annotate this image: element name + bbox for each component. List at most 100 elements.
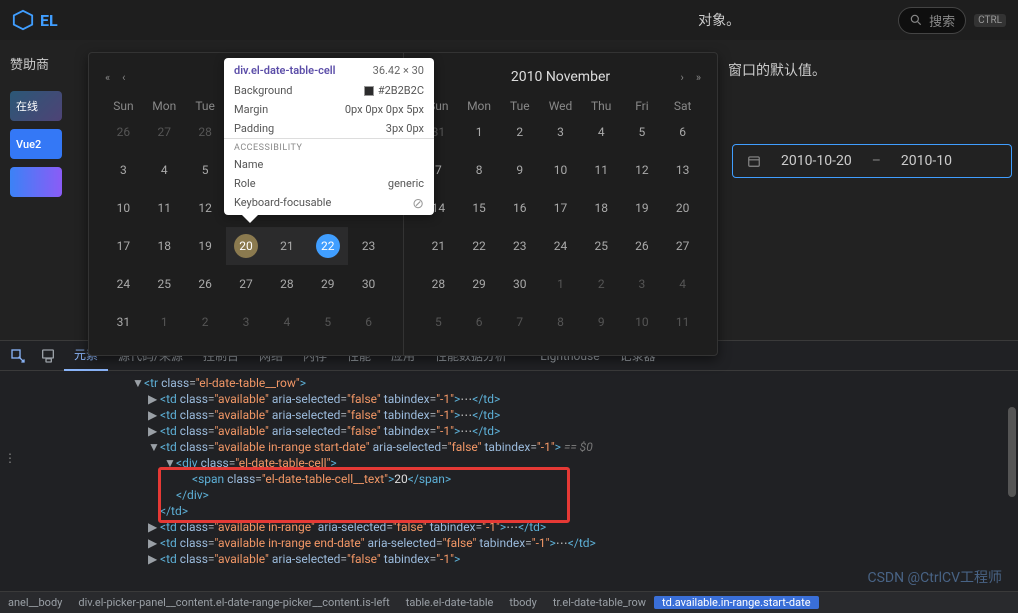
date-cell[interactable]: 1 (540, 265, 581, 303)
date-cell[interactable]: 9 (581, 303, 622, 341)
date-cell[interactable]: 4 (144, 151, 185, 189)
prev-year-icon[interactable]: « (103, 71, 112, 84)
date-cell[interactable]: 24 (103, 265, 144, 303)
date-cell[interactable]: 5 (307, 303, 348, 341)
date-cell[interactable]: 15 (459, 189, 500, 227)
date-cell[interactable]: 30 (348, 265, 389, 303)
dow-cell: Fri (622, 99, 663, 113)
dow-cell: Thu (581, 99, 622, 113)
sponsor-card-1[interactable]: 在线 (10, 91, 62, 121)
tt-role-label: Role (234, 177, 256, 190)
date-cell[interactable]: 3 (226, 303, 267, 341)
date-cell[interactable]: 3 (540, 113, 581, 151)
elements-tree[interactable]: ▼<tr class="el-date-table__row"> ▶<td cl… (0, 371, 1018, 571)
vertical-scrollbar[interactable] (1008, 407, 1016, 497)
date-cell[interactable]: 26 (103, 113, 144, 151)
date-cell[interactable]: 26 (622, 227, 663, 265)
date-cell[interactable]: 23 (499, 227, 540, 265)
date-cell[interactable]: 18 (144, 227, 185, 265)
date-cell[interactable]: 29 (459, 265, 500, 303)
date-cell[interactable]: 25 (581, 227, 622, 265)
date-cell[interactable]: 27 (226, 265, 267, 303)
crumb[interactable]: div.el-picker-panel__content.el-date-ran… (70, 596, 397, 609)
date-cell[interactable]: 13 (662, 151, 703, 189)
ctrl-hint: CTRL (974, 14, 1006, 27)
date-cell[interactable]: 17 (540, 189, 581, 227)
date-cell[interactable]: 1 (144, 303, 185, 341)
date-cell[interactable]: 4 (662, 265, 703, 303)
date-cell[interactable]: 11 (144, 189, 185, 227)
date-cell[interactable]: 3 (622, 265, 663, 303)
date-cell[interactable]: 28 (418, 265, 459, 303)
tooltip-selector: div.el-date-table-cell (234, 64, 335, 77)
date-cell[interactable]: 23 (348, 227, 389, 265)
date-cell[interactable]: 5 (622, 113, 663, 151)
date-cell[interactable]: 19 (185, 227, 226, 265)
date-cell[interactable]: 29 (307, 265, 348, 303)
date-cell[interactable]: 11 (662, 303, 703, 341)
date-cell[interactable]: 28 (266, 265, 307, 303)
date-cell[interactable]: 31 (103, 303, 144, 341)
date-cell[interactable]: 28 (185, 113, 226, 151)
tt-margin-label: Margin (234, 103, 268, 116)
breadcrumb[interactable]: anel__body div.el-picker-panel__content.… (0, 591, 1018, 613)
crumb[interactable]: tbody (501, 596, 544, 609)
date-cell[interactable]: 21 (418, 227, 459, 265)
date-cell[interactable]: 2 (185, 303, 226, 341)
date-separator: – (872, 153, 881, 169)
sponsor-card-2[interactable]: Vue2 (10, 129, 62, 159)
date-cell[interactable]: 6 (348, 303, 389, 341)
date-cell[interactable]: 24 (540, 227, 581, 265)
crumb[interactable]: tr.el-date-table_row (545, 596, 654, 609)
crumb-selected[interactable]: td.available.in-range.start-date (654, 596, 819, 609)
date-cell[interactable]: 20 (226, 227, 267, 265)
date-cell[interactable]: 6 (459, 303, 500, 341)
date-cell[interactable]: 10 (622, 303, 663, 341)
date-cell[interactable]: 30 (499, 265, 540, 303)
date-cell[interactable]: 3 (103, 151, 144, 189)
daterange-input[interactable]: 2010-10-20 – 2010-10 (732, 144, 1012, 178)
date-cell[interactable]: 5 (185, 151, 226, 189)
date-cell[interactable]: 17 (103, 227, 144, 265)
date-cell[interactable]: 1 (459, 113, 500, 151)
date-cell[interactable]: 12 (622, 151, 663, 189)
more-icon[interactable]: ⋮ (4, 451, 16, 465)
date-cell[interactable]: 8 (459, 151, 500, 189)
date-cell[interactable]: 27 (144, 113, 185, 151)
date-cell[interactable]: 16 (499, 189, 540, 227)
logo[interactable]: EL (12, 9, 58, 31)
date-cell[interactable]: 11 (581, 151, 622, 189)
sponsor-card-3[interactable] (10, 167, 62, 197)
date-cell[interactable]: 7 (499, 303, 540, 341)
crumb-cut[interactable]: anel__body (0, 596, 70, 609)
date-cell[interactable]: 19 (622, 189, 663, 227)
date-cell[interactable]: 4 (266, 303, 307, 341)
date-cell[interactable]: 2 (499, 113, 540, 151)
next-month-icon[interactable]: › (679, 71, 686, 84)
date-cell[interactable]: 22 (459, 227, 500, 265)
date-cell[interactable]: 21 (266, 227, 307, 265)
search-box[interactable]: 搜索 (898, 7, 966, 34)
tt-bg-val: #2B2B2C (364, 84, 424, 97)
date-cell[interactable]: 12 (185, 189, 226, 227)
date-cell[interactable]: 22 (307, 227, 348, 265)
date-cell[interactable]: 27 (662, 227, 703, 265)
date-cell[interactable]: 20 (662, 189, 703, 227)
date-cell[interactable]: 10 (540, 151, 581, 189)
date-cell[interactable]: 2 (581, 265, 622, 303)
date-cell[interactable]: 8 (540, 303, 581, 341)
date-cell[interactable]: 6 (662, 113, 703, 151)
crumb[interactable]: table.el-date-table (398, 596, 502, 609)
date-cell[interactable]: 9 (499, 151, 540, 189)
inspect-icon[interactable] (4, 341, 32, 371)
date-cell[interactable]: 25 (144, 265, 185, 303)
sponsor-label: 赞助商 (10, 54, 62, 73)
date-cell[interactable]: 26 (185, 265, 226, 303)
date-cell[interactable]: 4 (581, 113, 622, 151)
next-year-icon[interactable]: » (694, 71, 703, 84)
date-cell[interactable]: 18 (581, 189, 622, 227)
device-icon[interactable] (34, 341, 62, 371)
date-cell[interactable]: 10 (103, 189, 144, 227)
prev-month-icon[interactable]: ‹ (120, 71, 127, 84)
date-cell[interactable]: 5 (418, 303, 459, 341)
